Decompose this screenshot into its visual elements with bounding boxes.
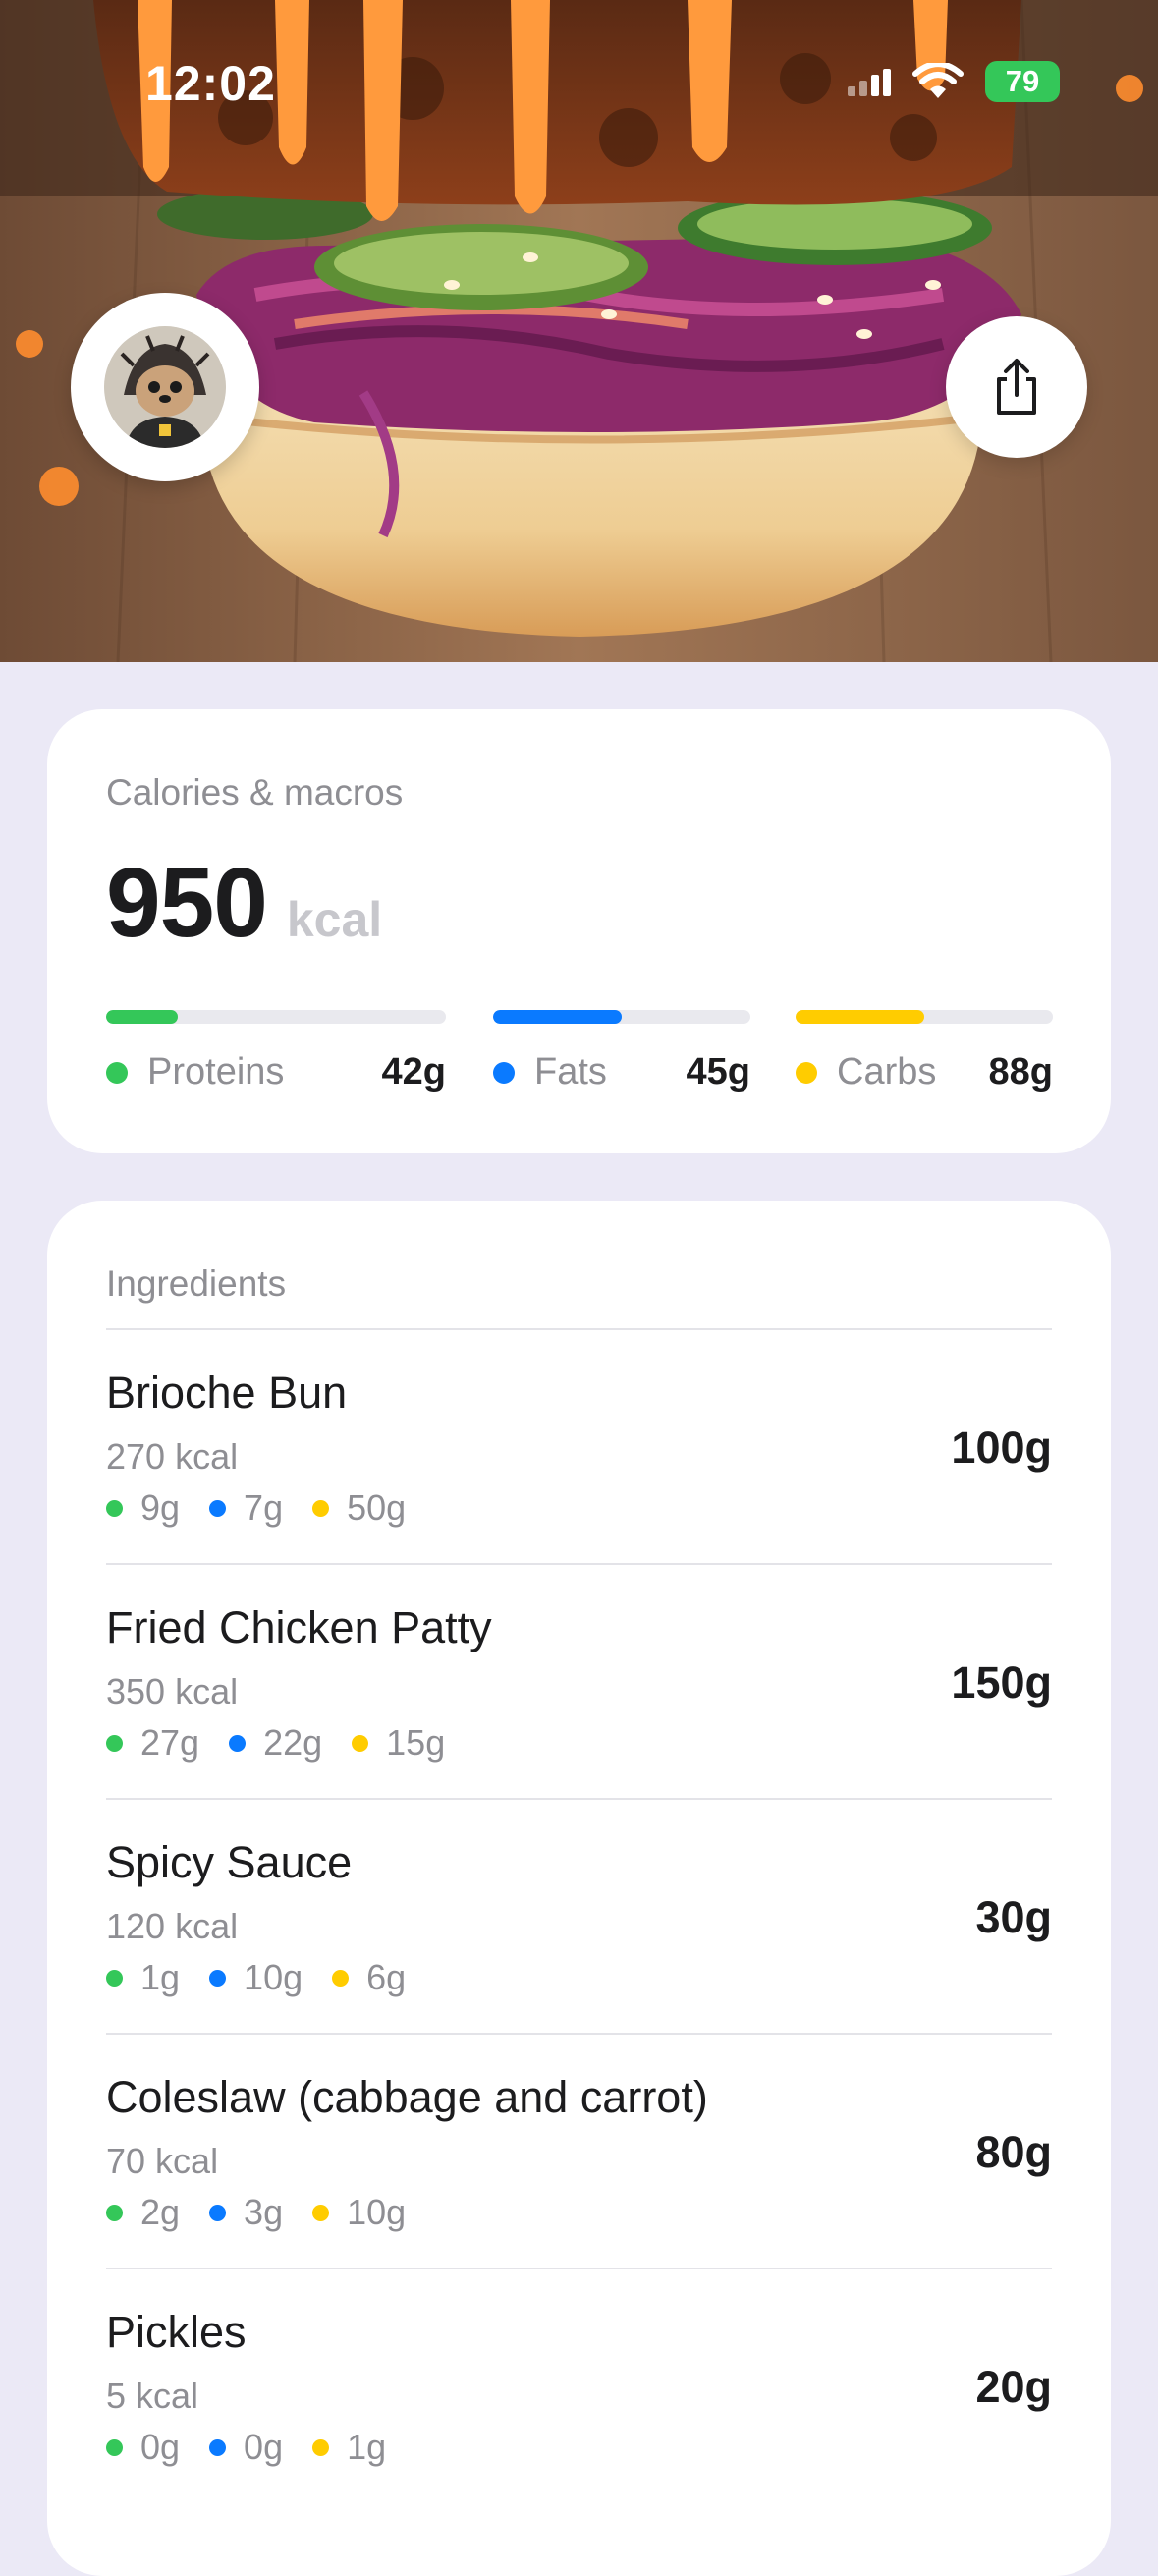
share-icon — [997, 359, 1036, 415]
ingredient-macros: 1g 10g 6g — [106, 1957, 435, 1998]
ingredient-macros: 9g 7g 50g — [106, 1487, 435, 1529]
ingredient-protein: 1g — [140, 1957, 181, 1997]
ingredient-fat: 10g — [244, 1957, 303, 1997]
ingredients-title: Ingredients — [106, 1263, 287, 1304]
ingredient-carb: 15g — [386, 1722, 446, 1763]
status-time: 12:02 — [145, 56, 276, 111]
hedgehog-avatar-icon — [104, 326, 226, 448]
ingredient-macros: 27g 22g 15g — [106, 1722, 474, 1764]
ingredient-weight: 30g — [975, 1892, 1052, 1942]
status-icons: 79 — [848, 61, 1060, 102]
ingredient-protein: 27g — [140, 1722, 200, 1763]
ingredient-carb: 1g — [347, 2427, 387, 2467]
carbs-progress-fill — [796, 1010, 924, 1024]
ingredients-card: Ingredients Brioche Bun 270 kcal 9g 7g 5… — [47, 1201, 1111, 2576]
ingredients-list: Brioche Bun 270 kcal 9g 7g 50g 100g Frie… — [106, 1330, 1052, 2504]
ingredient-name: Fried Chicken Patty — [106, 1602, 492, 1652]
calories-value: 950 — [106, 848, 268, 958]
fats-progress-bar — [493, 1010, 750, 1024]
ingredient-fat: 0g — [244, 2427, 284, 2467]
carbs-label: Carbs — [837, 1051, 937, 1092]
ingredient-macros: 0g 0g 1g — [106, 2427, 415, 2468]
fat-dot-icon — [209, 1969, 227, 1987]
ingredient-weight: 150g — [951, 1657, 1052, 1708]
ingredient-calories: 270 kcal — [106, 1436, 239, 1477]
food-photo: 12:02 79 — [0, 0, 1158, 662]
ingredient-carb: 50g — [347, 1487, 407, 1528]
ingredient-name: Spicy Sauce — [106, 1837, 353, 1887]
calories-total: 950 kcal — [106, 847, 382, 960]
macro-carbs: Carbs 88g — [796, 1010, 1053, 1093]
wifi-icon — [912, 63, 964, 98]
proteins-progress-fill — [106, 1010, 178, 1024]
ingredient-row[interactable]: Pickles 5 kcal 0g 0g 1g 20g — [106, 2269, 1052, 2504]
protein-dot-icon — [106, 1499, 123, 1517]
ingredient-protein: 2g — [140, 2192, 181, 2232]
protein-dot-icon — [106, 1969, 123, 1987]
battery-level: 79 — [1005, 64, 1040, 98]
ingredient-weight: 100g — [951, 1423, 1052, 1473]
fats-progress-fill — [493, 1010, 622, 1024]
fat-dot-icon — [209, 1499, 227, 1517]
carbs-value: 88g — [988, 1051, 1053, 1092]
ingredient-protein: 9g — [140, 1487, 181, 1528]
fat-dot-icon — [209, 2204, 227, 2221]
share-button[interactable] — [946, 316, 1087, 458]
ingredient-calories: 350 kcal — [106, 1671, 239, 1711]
ingredient-carb: 10g — [347, 2192, 407, 2232]
ingredient-weight: 20g — [975, 2362, 1052, 2412]
carb-dot-icon — [312, 2438, 330, 2456]
ingredient-fat: 7g — [244, 1487, 284, 1528]
ingredient-fat: 22g — [263, 1722, 323, 1763]
ingredient-fat: 3g — [244, 2192, 284, 2232]
ingredient-row[interactable]: Fried Chicken Patty 350 kcal 27g 22g 15g… — [106, 1565, 1052, 1800]
proteins-label: Proteins — [147, 1051, 285, 1092]
ingredient-name: Brioche Bun — [106, 1368, 348, 1418]
ingredient-calories: 5 kcal — [106, 2376, 199, 2416]
ingredient-calories: 70 kcal — [106, 2141, 219, 2181]
profile-avatar-button[interactable] — [71, 293, 259, 481]
ingredient-weight: 80g — [975, 2127, 1052, 2177]
fats-dot-icon — [493, 1061, 515, 1084]
carbs-progress-bar — [796, 1010, 1053, 1024]
fat-dot-icon — [229, 1734, 247, 1752]
battery-indicator: 79 — [985, 61, 1060, 102]
carb-dot-icon — [352, 1734, 369, 1752]
fat-dot-icon — [209, 2438, 227, 2456]
proteins-value: 42g — [381, 1051, 446, 1092]
macro-fats: Fats 45g — [493, 1010, 750, 1093]
carb-dot-icon — [312, 2204, 330, 2221]
carbs-dot-icon — [796, 1061, 817, 1084]
proteins-progress-bar — [106, 1010, 446, 1024]
ingredient-name: Coleslaw (cabbage and carrot) — [106, 2072, 708, 2122]
protein-dot-icon — [106, 2438, 123, 2456]
ingredient-calories: 120 kcal — [106, 1906, 239, 1946]
ingredient-carb: 6g — [366, 1957, 407, 1997]
ingredient-row[interactable]: Brioche Bun 270 kcal 9g 7g 50g 100g — [106, 1330, 1052, 1565]
macro-proteins: Proteins 42g — [106, 1010, 446, 1093]
carb-dot-icon — [312, 1499, 330, 1517]
ingredient-row[interactable]: Spicy Sauce 120 kcal 1g 10g 6g 30g — [106, 1800, 1052, 2035]
protein-dot-icon — [106, 2204, 123, 2221]
ingredient-row[interactable]: Coleslaw (cabbage and carrot) 70 kcal 2g… — [106, 2035, 1052, 2269]
calories-unit: kcal — [286, 892, 383, 947]
ingredient-name: Pickles — [106, 2307, 247, 2357]
protein-dot-icon — [106, 1734, 123, 1752]
ingredient-protein: 0g — [140, 2427, 181, 2467]
fats-value: 45g — [686, 1051, 750, 1092]
calories-macros-card: Calories & macros 950 kcal Proteins 42g … — [47, 709, 1111, 1153]
carb-dot-icon — [332, 1969, 350, 1987]
fats-label: Fats — [534, 1051, 607, 1092]
calories-macros-title: Calories & macros — [106, 772, 404, 812]
signal-icon — [848, 69, 891, 96]
proteins-dot-icon — [106, 1061, 128, 1084]
ingredient-macros: 2g 3g 10g — [106, 2192, 435, 2233]
